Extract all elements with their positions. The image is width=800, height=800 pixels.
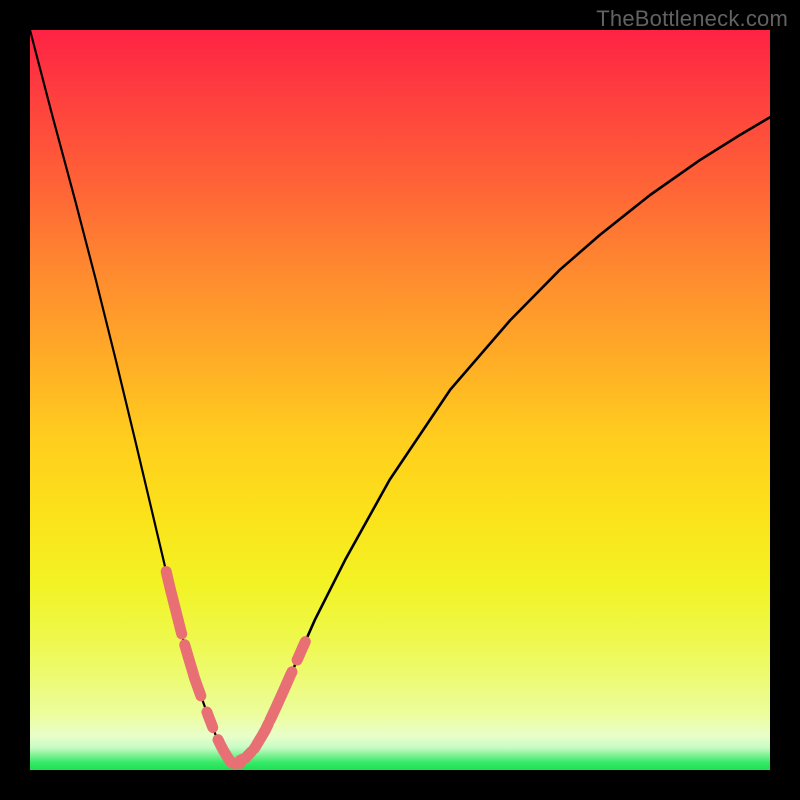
left-curve: [30, 30, 232, 763]
right-curve: [232, 117, 770, 763]
watermark-text: TheBottleneck.com: [596, 6, 788, 32]
highlight-band: [166, 572, 182, 634]
curves-svg: [30, 30, 770, 770]
highlight-band: [240, 752, 251, 760]
highlight-band: [297, 642, 305, 660]
highlight-band: [254, 724, 268, 749]
highlight-band: [185, 645, 201, 696]
chart-frame: TheBottleneck.com: [0, 0, 800, 800]
plot-area: [30, 30, 770, 770]
highlight-bands: [166, 572, 305, 764]
highlight-band: [270, 672, 292, 721]
highlight-band: [207, 712, 213, 728]
